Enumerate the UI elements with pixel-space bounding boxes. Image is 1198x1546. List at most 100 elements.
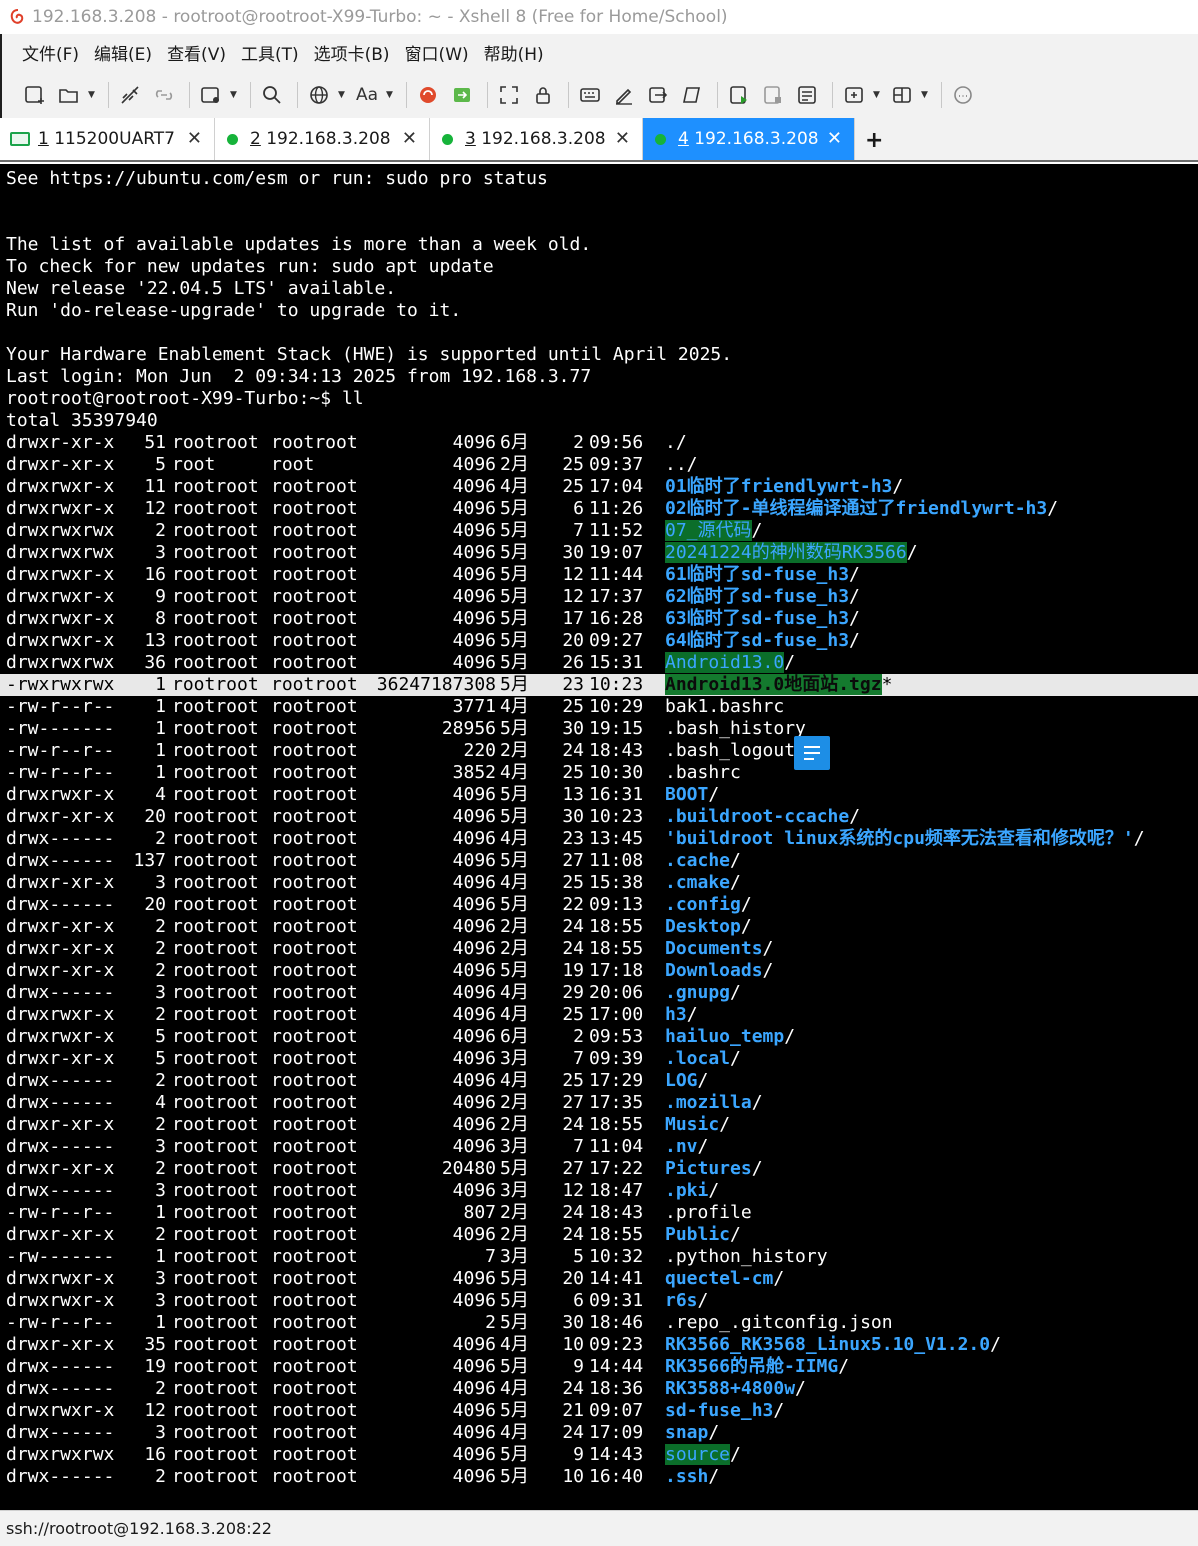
day: 10 xyxy=(562,1466,584,1487)
file-size: 4096 xyxy=(452,652,496,673)
group: root xyxy=(271,454,315,475)
transfer-icon[interactable] xyxy=(643,80,673,110)
owner: rootroot xyxy=(172,1092,259,1113)
file-name: RK3588+4800w/ xyxy=(665,1378,806,1400)
file-name: Android13.0/ xyxy=(665,652,795,674)
reconnect-icon[interactable] xyxy=(149,80,179,110)
file-name: .local/ xyxy=(665,1048,741,1070)
listing-row: drwxrwxr-x 5 rootroot rootroot 4096 6月 2 09:53 h… xyxy=(6,1026,1196,1048)
group: rootroot xyxy=(271,1378,358,1399)
close-icon[interactable]: ✕ xyxy=(187,128,202,149)
fullscreen-icon[interactable] xyxy=(494,80,524,110)
file-type-suffix: / xyxy=(697,1290,709,1311)
file-size: 4096 xyxy=(452,1136,496,1157)
owner: rootroot xyxy=(172,784,259,805)
month: 2月 xyxy=(500,454,529,475)
log-stop-icon[interactable] xyxy=(758,80,788,110)
search-icon[interactable] xyxy=(257,80,287,110)
new-tab-icon[interactable] xyxy=(839,80,869,110)
log-start-icon[interactable] xyxy=(724,80,754,110)
menu-window[interactable]: 窗口(W) xyxy=(405,40,469,65)
font-dropdown-icon[interactable]: ▼ xyxy=(386,90,396,100)
tab-3[interactable]: 3 192.168.3.208 ✕ xyxy=(430,118,643,160)
close-icon[interactable]: ✕ xyxy=(615,128,630,149)
globe-icon[interactable] xyxy=(304,80,334,110)
globe-dropdown-icon[interactable]: ▼ xyxy=(338,90,348,100)
session-properties-icon[interactable] xyxy=(196,80,226,110)
owner: rootroot xyxy=(172,1400,259,1421)
listing-row: drwxr-xr-x 51 rootroot rootroot 4096 6月 2 09:56… xyxy=(6,432,1196,454)
new-session-icon[interactable] xyxy=(20,80,50,110)
owner: rootroot xyxy=(172,1466,259,1487)
keyboard-icon[interactable] xyxy=(575,80,605,110)
tab-2[interactable]: 2 192.168.3.208 ✕ xyxy=(215,118,430,160)
disconnect-icon[interactable] xyxy=(115,80,145,110)
open-folder-icon[interactable] xyxy=(54,80,84,110)
lock-icon[interactable] xyxy=(528,80,558,110)
script-icon[interactable] xyxy=(677,80,707,110)
tab-1[interactable]: 1 115200UART7 ✕ xyxy=(0,118,215,160)
month: 3月 xyxy=(500,1136,529,1157)
properties-dropdown-icon[interactable]: ▼ xyxy=(230,90,240,100)
close-icon[interactable]: ✕ xyxy=(827,128,842,149)
open-dropdown-icon[interactable]: ▼ xyxy=(88,90,98,100)
new-tab-dropdown-icon[interactable]: ▼ xyxy=(873,90,883,100)
layout-dropdown-icon[interactable]: ▼ xyxy=(921,90,931,100)
file-size: 4096 xyxy=(452,564,496,585)
time: 18:55 xyxy=(589,1114,644,1135)
toolbar-separator xyxy=(568,82,569,108)
tab-4[interactable]: 4 192.168.3.208 ✕ xyxy=(643,118,855,160)
time: 11:26 xyxy=(589,498,644,519)
group: rootroot xyxy=(271,630,358,651)
chat-icon[interactable] xyxy=(948,80,978,110)
xftp-icon[interactable] xyxy=(447,80,477,110)
file-name: Public/ xyxy=(665,1224,741,1246)
menu-file[interactable]: 文件(F) xyxy=(22,40,79,65)
time: 10:30 xyxy=(589,762,644,783)
permissions: drwx------ xyxy=(6,850,115,871)
file-name-text: .profile xyxy=(665,1202,752,1223)
menu-tab[interactable]: 选项卡(B) xyxy=(314,40,390,65)
close-icon[interactable]: ✕ xyxy=(402,128,417,149)
file-size: 4096 xyxy=(452,828,496,849)
file-name-text: ../ xyxy=(665,454,698,475)
file-name: RK3566_RK3568_Linux5.10_V1.2.0/ xyxy=(665,1334,1001,1356)
group: rootroot xyxy=(271,762,358,783)
file-size: 4096 xyxy=(452,1070,496,1091)
xshell-icon[interactable] xyxy=(413,80,443,110)
layout-icon[interactable] xyxy=(887,80,917,110)
month: 5月 xyxy=(500,1312,529,1333)
menu-view[interactable]: 查看(V) xyxy=(167,40,226,65)
day: 25 xyxy=(562,762,584,783)
group: rootroot xyxy=(271,476,358,497)
file-size: 4096 xyxy=(452,498,496,519)
menu-edit[interactable]: 编辑(E) xyxy=(94,40,152,65)
terminal-line: The list of available updates is more th… xyxy=(6,234,592,255)
listing-row: drwxrwxr-x 12 rootroot rootroot 4096 5月 6 11:26… xyxy=(6,498,1196,520)
file-type-suffix: / xyxy=(784,652,796,673)
compose-icon[interactable] xyxy=(609,80,639,110)
permissions: drwxrwxr-x xyxy=(6,476,115,497)
link-count: 3 xyxy=(155,872,166,893)
menu-line-icon xyxy=(804,752,820,754)
file-name-text: .repo_.gitconfig.json xyxy=(665,1312,893,1333)
notes-icon[interactable] xyxy=(792,80,822,110)
terminal-output[interactable]: See https://ubuntu.com/esm or run: sudo … xyxy=(0,164,1198,1510)
month: 2月 xyxy=(500,1224,529,1245)
menu-help[interactable]: 帮助(H) xyxy=(484,40,544,65)
menu-tools[interactable]: 工具(T) xyxy=(241,40,299,65)
day: 24 xyxy=(562,1224,584,1245)
permissions: drwx------ xyxy=(6,1356,115,1377)
group: rootroot xyxy=(271,982,358,1003)
listing-row: drwx------ 3 rootroot rootroot 4096 3月 12 18:47… xyxy=(6,1180,1196,1202)
owner: rootroot xyxy=(172,1290,259,1311)
file-size: 4096 xyxy=(452,1290,496,1311)
link-count: 1 xyxy=(155,674,166,695)
file-size: 3771 xyxy=(452,696,496,717)
new-tab-button[interactable]: + xyxy=(865,128,883,153)
file-type-suffix: / xyxy=(751,1158,763,1179)
floating-notes-button[interactable] xyxy=(794,736,830,770)
month: 2月 xyxy=(500,916,529,937)
font-button[interactable]: Aa xyxy=(352,80,382,110)
file-name: .repo_.gitconfig.json xyxy=(665,1312,893,1334)
